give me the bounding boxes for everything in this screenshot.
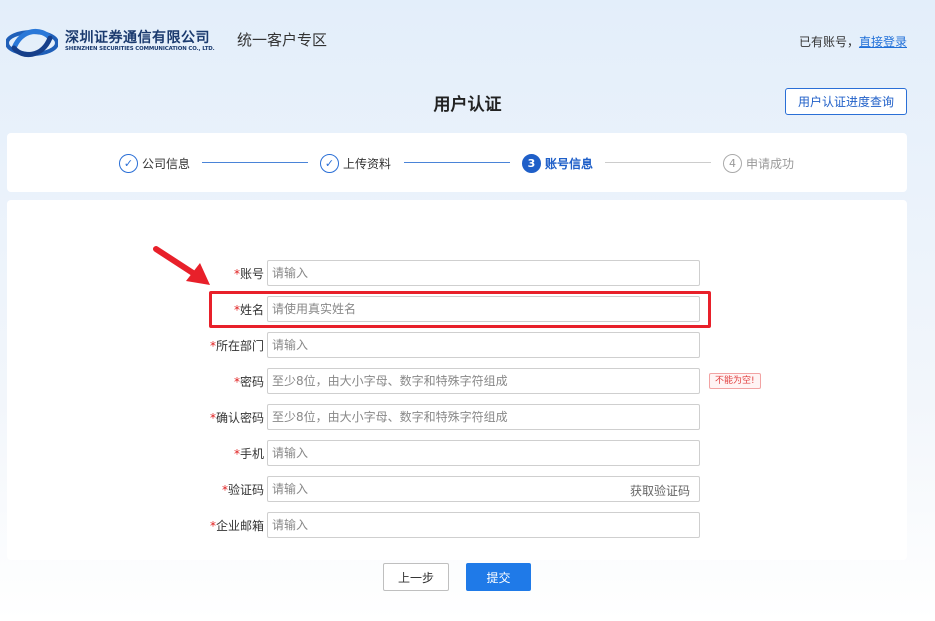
step-connector — [202, 162, 308, 163]
field-label: *姓名 — [233, 303, 264, 317]
field-label: *手机 — [233, 447, 264, 461]
brand-name-en: SHENZHEN SECURITIES COMMUNICATION CO., L… — [65, 46, 215, 52]
prev-step-button[interactable]: 上一步 — [383, 563, 449, 591]
form-row-name: *姓名 — [7, 296, 907, 322]
progress-query-button[interactable]: 用户认证进度查询 — [785, 88, 907, 115]
zone-title: 统一客户专区 — [237, 31, 328, 49]
field-label: *账号 — [233, 267, 264, 281]
login-hint: 已有账号，直接登录 — [799, 33, 907, 50]
field-label: *验证码 — [221, 483, 264, 497]
submit-button[interactable]: 提交 — [466, 563, 531, 591]
step-company-info: ✓ 公司信息 — [119, 153, 190, 173]
account-form: *账号 *姓名 *所在部门 *密码 不能为空! *确认密码 *手机 *验证码 获… — [7, 200, 907, 560]
step-connector — [404, 162, 510, 163]
password-input[interactable] — [267, 368, 700, 394]
confirm-password-input[interactable] — [267, 404, 700, 430]
form-row-captcha: *验证码 获取验证码 — [7, 476, 907, 502]
check-icon: ✓ — [119, 153, 138, 173]
step-number-badge: 4 — [723, 153, 742, 173]
login-link[interactable]: 直接登录 — [859, 35, 907, 49]
field-label: *所在部门 — [209, 339, 264, 353]
header: 深圳证券通信有限公司 SHENZHEN SECURITIES COMMUNICA… — [0, 0, 935, 80]
brand-name-cn: 深圳证券通信有限公司 — [65, 30, 210, 46]
field-label: *企业邮箱 — [209, 519, 264, 533]
email-input[interactable] — [267, 512, 700, 538]
form-row-password: *密码 不能为空! — [7, 368, 907, 394]
phone-input[interactable] — [267, 440, 700, 466]
form-row-department: *所在部门 — [7, 332, 907, 358]
form-row-confirm-password: *确认密码 — [7, 404, 907, 430]
field-label: *确认密码 — [209, 411, 264, 425]
account-input[interactable] — [267, 260, 700, 286]
login-hint-text: 已有账号， — [798, 35, 859, 49]
department-input[interactable] — [267, 332, 700, 358]
form-row-phone: *手机 — [7, 440, 907, 466]
get-captcha-button[interactable]: 获取验证码 — [630, 482, 690, 499]
step-connector — [605, 162, 711, 163]
step-number-badge: 3 — [522, 153, 541, 173]
step-upload-docs: ✓ 上传资料 — [320, 153, 391, 173]
step-label: 申请成功 — [746, 156, 795, 171]
step-label: 账号信息 — [545, 156, 594, 171]
red-arrow-icon — [153, 246, 210, 285]
step-account-info: 3 账号信息 — [522, 153, 593, 173]
check-icon: ✓ — [320, 153, 339, 173]
password-error-tip: 不能为空! — [709, 373, 761, 389]
step-label: 公司信息 — [142, 156, 191, 171]
form-row-email: *企业邮箱 — [7, 512, 907, 538]
steps-bar: ✓ 公司信息 ✓ 上传资料 3 账号信息 4 申请成功 — [7, 133, 907, 192]
step-label: 上传资料 — [343, 156, 392, 171]
field-label: *密码 — [233, 375, 264, 389]
step-success: 4 申请成功 — [723, 153, 794, 173]
company-logo-icon — [6, 28, 58, 58]
name-input[interactable] — [267, 296, 700, 322]
form-row-account: *账号 — [7, 260, 907, 286]
